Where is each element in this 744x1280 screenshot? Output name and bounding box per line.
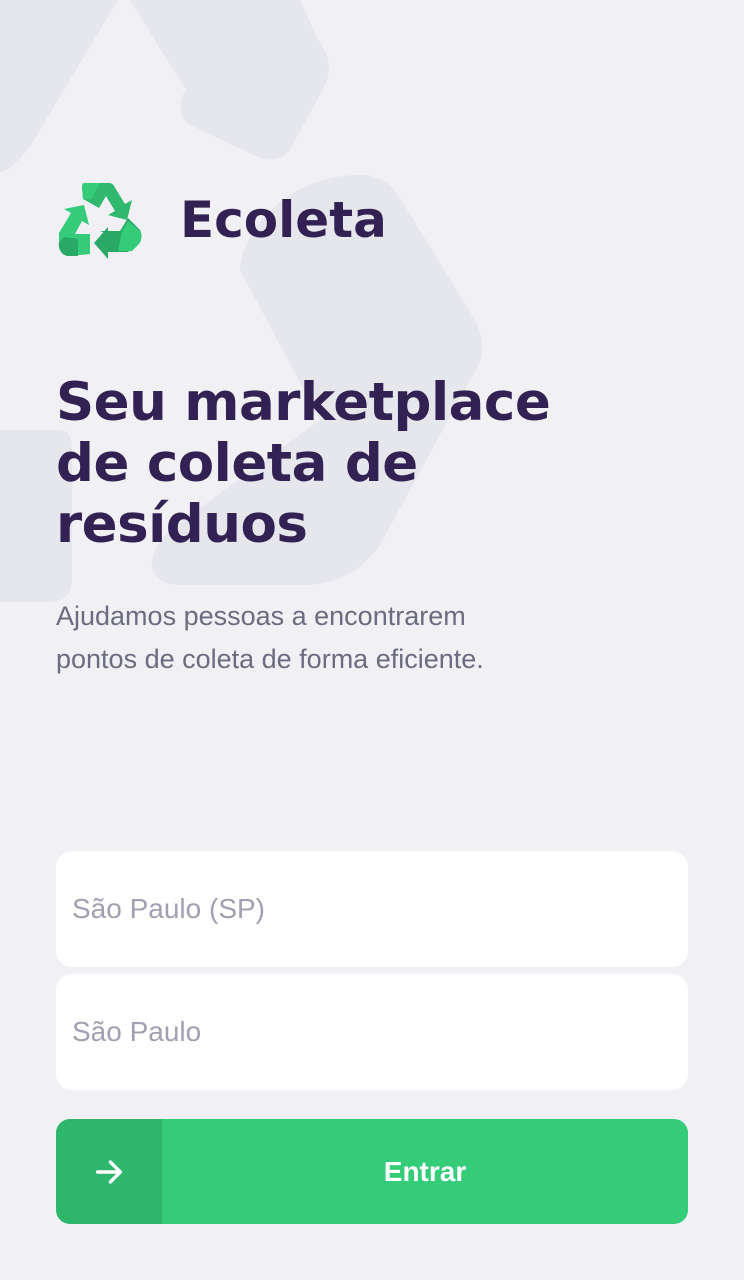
page-description: Ajudamos pessoas a encontrarem pontos de… xyxy=(56,601,484,674)
enter-button[interactable]: Entrar xyxy=(56,1119,688,1224)
page-title: Seu marketplace de coleta de resíduos xyxy=(56,372,551,555)
app-header: Ecoleta xyxy=(56,178,387,262)
city-input[interactable]: São Paulo xyxy=(56,974,688,1090)
background-shape-top-arrow xyxy=(130,0,330,160)
enter-button-label: Entrar xyxy=(383,1155,467,1187)
app-name: Ecoleta xyxy=(180,191,387,249)
background-shape-left-top xyxy=(0,0,118,172)
button-icon-container xyxy=(56,1119,162,1224)
arrow-right-icon xyxy=(95,1159,123,1184)
recycle-icon xyxy=(58,183,142,259)
uf-input[interactable]: São Paulo (SP) xyxy=(56,851,688,967)
